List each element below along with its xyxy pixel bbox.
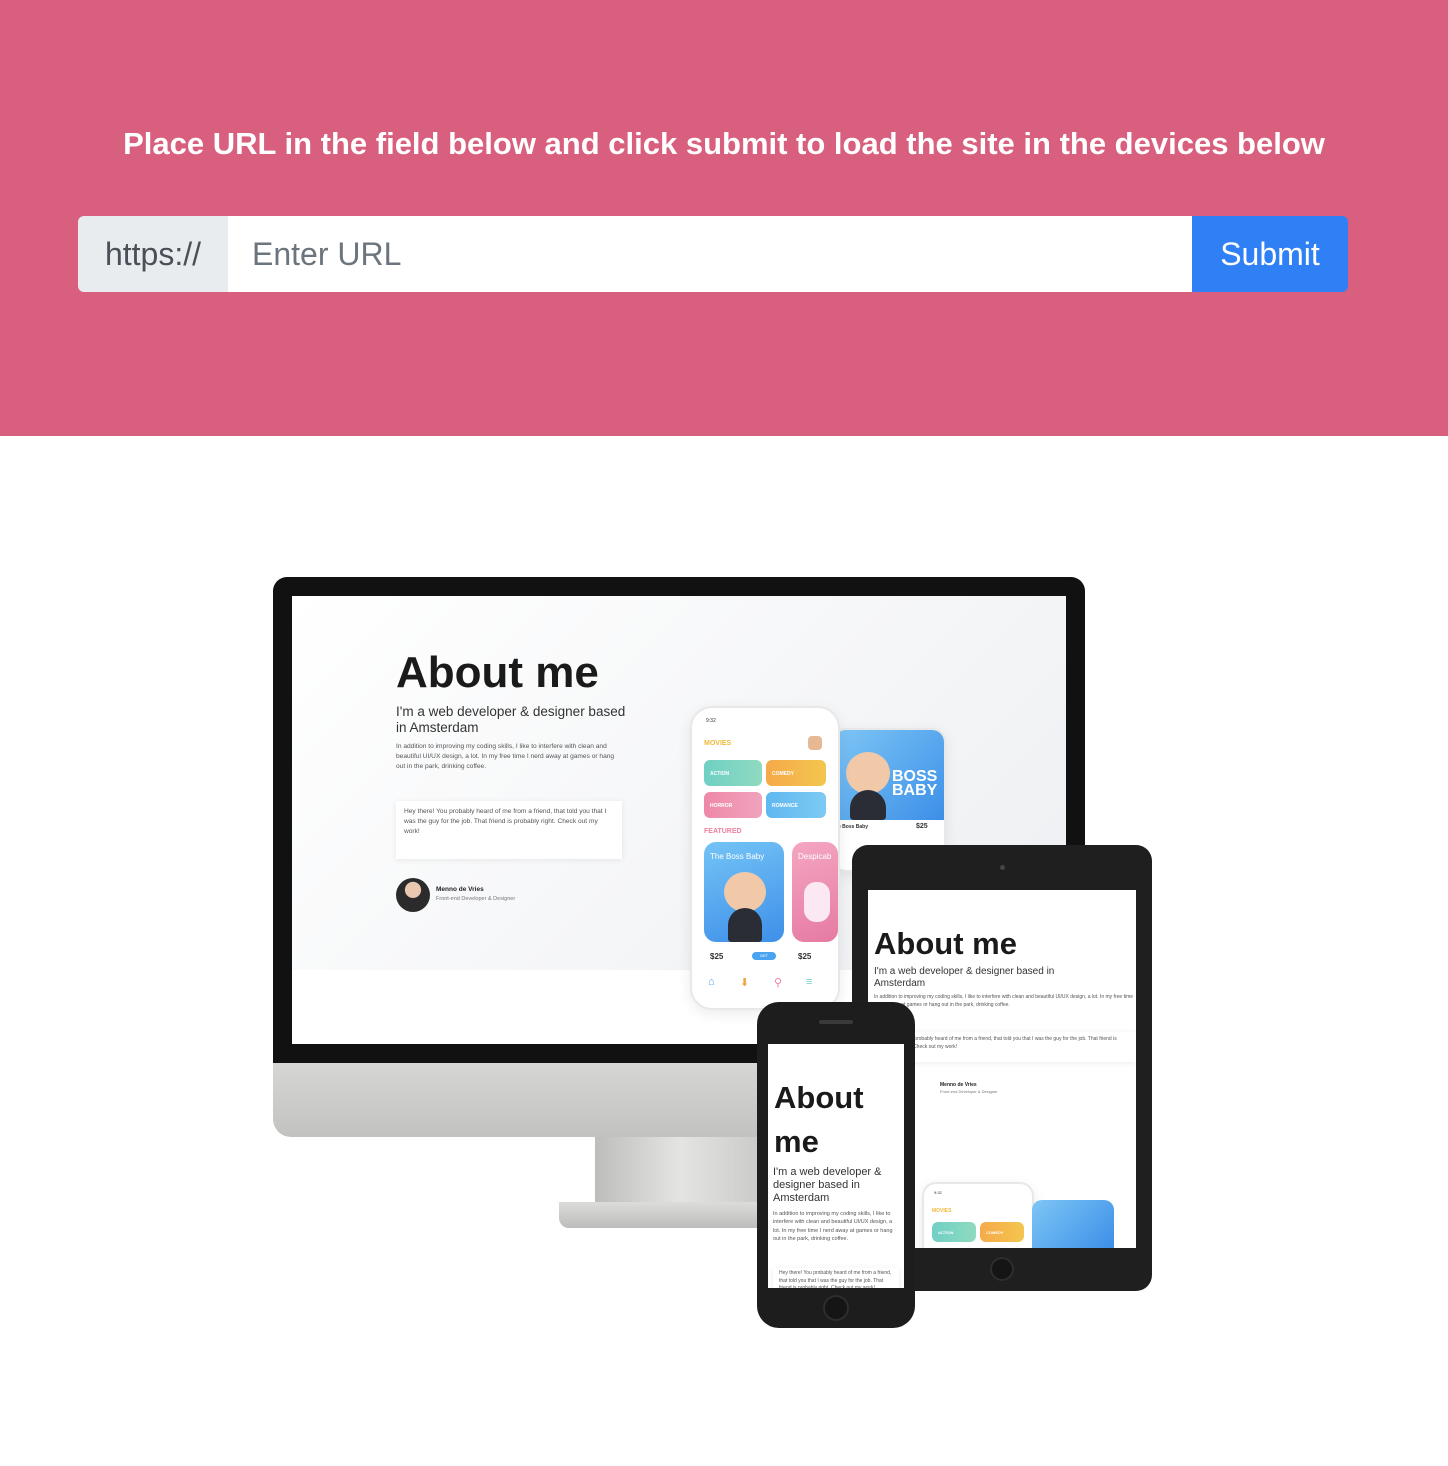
- category-horror: HORROR: [704, 792, 762, 818]
- category-comedy: COMEDY: [980, 1222, 1024, 1242]
- movies-label: MOVIES: [932, 1208, 952, 1214]
- download-icon: ⬇: [740, 977, 750, 989]
- baby-suit-shape: [850, 790, 886, 820]
- get-button: GET: [752, 952, 776, 960]
- boss-baby-banner: [1032, 1200, 1114, 1248]
- preview-quote: Hey there! You probably heard of me from…: [396, 801, 622, 859]
- preview-subtitle: I'm a web developer & designer based in …: [874, 966, 1055, 989]
- preview-title-line1: About: [774, 1080, 864, 1115]
- price-1: $25: [710, 952, 724, 961]
- hero-banner: Place URL in the field below and click s…: [0, 0, 1448, 436]
- app-mock-primary: 9:32 MOVIES ACTION COMEDY HORROR ROMANCE…: [690, 706, 840, 1010]
- tablet-camera: [1000, 865, 1005, 870]
- url-prefix: https://: [78, 216, 228, 292]
- boss-baby-logo: BOSS BABY: [892, 768, 938, 799]
- profile-icon: [808, 736, 822, 750]
- category-action: ACTION: [704, 760, 762, 786]
- featured-card-boss-baby: The Boss Baby: [704, 842, 784, 942]
- tablet-home-button: [990, 1257, 1014, 1281]
- imac-stand: [595, 1137, 765, 1207]
- category-comedy: COMEDY: [766, 760, 826, 786]
- preview-quote: Hey there! You probably heard of me from…: [773, 1268, 899, 1288]
- preview-title: About me: [874, 926, 1017, 961]
- card-title: Despicab: [798, 852, 832, 861]
- preview-body: In addition to improving my coding skill…: [874, 994, 1134, 1008]
- movies-label: MOVIES: [704, 740, 732, 747]
- category-romance: ROMANCE: [766, 792, 826, 818]
- preview-subtitle: I'm a web developer & designer based in …: [396, 704, 626, 736]
- preview-body: In addition to improving my coding skill…: [773, 1211, 893, 1242]
- url-input[interactable]: [228, 216, 1192, 292]
- preview-subtitle: I'm a web developer & designer based in …: [773, 1166, 882, 1205]
- author-name: Menno de Vries: [436, 886, 484, 893]
- page-headline: Place URL in the field below and click s…: [123, 126, 1325, 161]
- category-label: COMEDY: [772, 771, 794, 777]
- preview-title: About me: [396, 648, 599, 697]
- phone-home-button: [823, 1295, 849, 1321]
- baby-face-icon: [846, 752, 890, 794]
- status-time: 9:32: [706, 718, 716, 724]
- url-form: https:// Submit: [78, 216, 1348, 292]
- phone-device: About me I'm a web developer & designer …: [757, 1002, 915, 1328]
- phone-screen: About me I'm a web developer & designer …: [768, 1044, 904, 1288]
- category-label: HORROR: [710, 803, 733, 809]
- author-role: Front-end Developer & Designer: [436, 896, 516, 902]
- side-title: e Boss Baby: [838, 824, 869, 830]
- featured-card-despicable: Despicab: [792, 842, 838, 942]
- search-icon: ⚲: [774, 977, 783, 989]
- featured-label: FEATURED: [704, 828, 742, 835]
- app-mock-primary: 9:32 MOVIES ACTION COMEDY: [922, 1182, 1034, 1248]
- preview-title-line2: me: [774, 1124, 819, 1159]
- author-role: Front-end Developer & Designer: [940, 1089, 998, 1094]
- baby-face-icon: [724, 872, 766, 912]
- phone-speaker: [819, 1020, 853, 1024]
- price-2: $25: [798, 952, 812, 961]
- category-label: ACTION: [710, 771, 730, 777]
- baby-suit-shape: [728, 908, 762, 942]
- preview-body: In addition to improving my coding skill…: [396, 743, 615, 770]
- author-avatar: [396, 878, 430, 912]
- category-label: ACTION: [938, 1230, 954, 1235]
- submit-button[interactable]: Submit: [1192, 216, 1348, 292]
- unicorn-shape: [804, 882, 830, 922]
- author-name: Menno de Vries: [940, 1082, 977, 1088]
- side-price: $25: [916, 823, 928, 830]
- home-icon: ⌂: [708, 976, 715, 988]
- category-label: COMEDY: [986, 1230, 1004, 1235]
- category-label: ROMANCE: [772, 803, 798, 809]
- status-time: 9:32: [934, 1190, 942, 1195]
- card-title: The Boss Baby: [710, 852, 765, 861]
- menu-icon: ≡: [806, 976, 813, 988]
- category-action: ACTION: [932, 1222, 976, 1242]
